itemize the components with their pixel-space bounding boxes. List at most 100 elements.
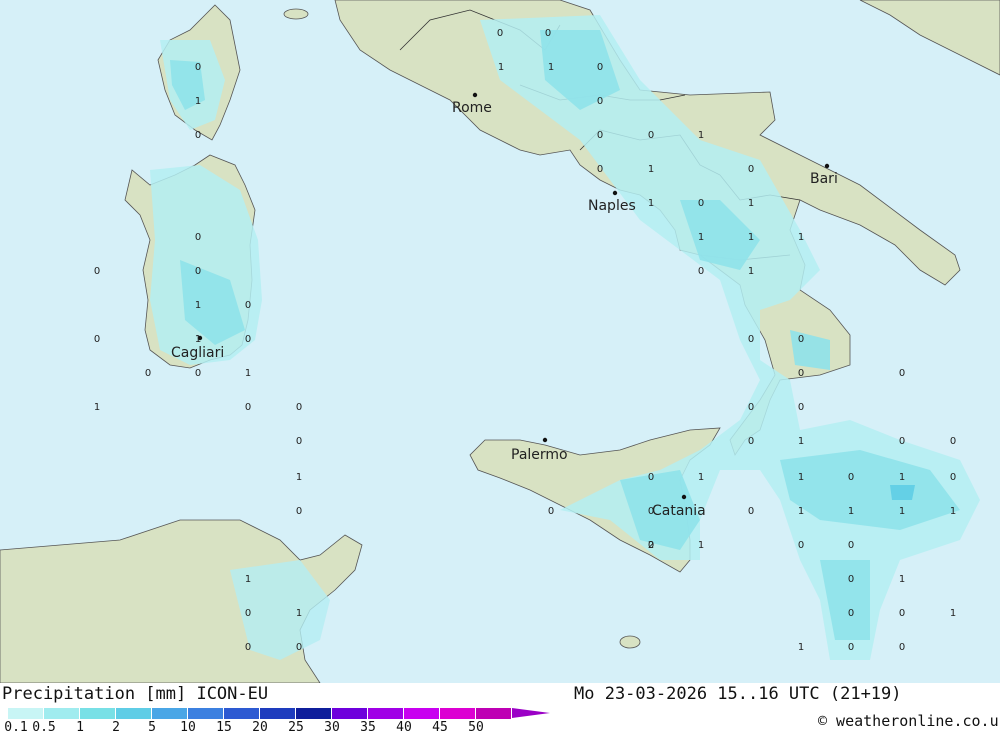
legend-swatch bbox=[440, 708, 476, 719]
precip-value-label: 1 bbox=[848, 506, 854, 517]
precip-value-label: 0 bbox=[195, 368, 201, 379]
precip-value-label: 1 bbox=[950, 506, 956, 517]
legend-swatch bbox=[368, 708, 404, 719]
precip-value-label: 0 bbox=[899, 368, 905, 379]
malta-island bbox=[619, 635, 641, 649]
precip-value-label: 0 bbox=[950, 436, 956, 447]
precip-value-label: 2 bbox=[648, 540, 654, 551]
legend-swatch bbox=[332, 708, 368, 719]
city-marker bbox=[542, 437, 548, 443]
precip-value-label: 0 bbox=[798, 402, 804, 413]
legend-swatch bbox=[8, 708, 44, 719]
precip-value-label: 0 bbox=[748, 436, 754, 447]
city-label: Rome bbox=[452, 100, 492, 116]
legend-swatch bbox=[296, 708, 332, 719]
precip-value-label: 0 bbox=[848, 642, 854, 653]
legend-colorbar bbox=[8, 708, 550, 719]
precip-value-label: 0 bbox=[195, 130, 201, 141]
city-marker bbox=[472, 92, 478, 98]
precip-value-label: 1 bbox=[798, 506, 804, 517]
precip-value-label: 0 bbox=[899, 436, 905, 447]
legend-swatch bbox=[80, 708, 116, 719]
city-label: Bari bbox=[810, 171, 838, 187]
precip-value-label: 1 bbox=[698, 540, 704, 551]
precip-area bbox=[890, 485, 915, 500]
precip-value-label: 0 bbox=[748, 402, 754, 413]
precip-value-label: 1 bbox=[498, 62, 504, 73]
precip-value-label: 1 bbox=[245, 574, 251, 585]
precip-value-label: 0 bbox=[748, 334, 754, 345]
precip-value-label: 0 bbox=[698, 198, 704, 209]
precip-value-label: 1 bbox=[950, 608, 956, 619]
precip-value-label: 1 bbox=[748, 266, 754, 277]
city-label: Naples bbox=[588, 198, 636, 214]
legend-arrow bbox=[512, 708, 550, 718]
precip-value-label: 0 bbox=[296, 436, 302, 447]
precip-value-label: 0 bbox=[195, 266, 201, 277]
precip-value-label: 1 bbox=[798, 642, 804, 653]
precip-value-label: 0 bbox=[848, 540, 854, 551]
map-canvas: Rome Naples Bari Cagliari Palermo Catania 0 0 0… bbox=[0, 0, 1000, 683]
precip-value-label: 0 bbox=[497, 28, 503, 39]
precip-value-label: 0 bbox=[798, 540, 804, 551]
precip-value-label: 0 bbox=[195, 232, 201, 243]
precip-value-label: 0 bbox=[748, 164, 754, 175]
precip-value-label: 1 bbox=[94, 402, 100, 413]
precip-value-label: 1 bbox=[899, 574, 905, 585]
city-marker bbox=[824, 163, 830, 169]
elba-island bbox=[283, 8, 309, 20]
legend-swatch bbox=[224, 708, 260, 719]
precip-value-label: 0 bbox=[748, 506, 754, 517]
precip-value-label: 1 bbox=[698, 472, 704, 483]
precip-value-label: 0 bbox=[648, 472, 654, 483]
precip-value-label: 0 bbox=[848, 608, 854, 619]
precip-value-label: 0 bbox=[94, 334, 100, 345]
precip-value-label: 1 bbox=[748, 232, 754, 243]
precip-value-label: 0 bbox=[245, 642, 251, 653]
precip-value-label: 0 bbox=[648, 506, 654, 517]
precip-value-label: 1 bbox=[296, 608, 302, 619]
legend-swatch bbox=[188, 708, 224, 719]
legend-swatch bbox=[152, 708, 188, 719]
precip-value-label: 0 bbox=[548, 506, 554, 517]
precip-value-label: 1 bbox=[245, 368, 251, 379]
precip-value-label: 1 bbox=[548, 62, 554, 73]
precip-value-label: 1 bbox=[195, 334, 201, 345]
legend-swatch bbox=[44, 708, 80, 719]
precip-value-label: 0 bbox=[597, 130, 603, 141]
precip-value-label: 1 bbox=[296, 472, 302, 483]
precip-value-label: 0 bbox=[245, 334, 251, 345]
precip-value-label: 0 bbox=[245, 300, 251, 311]
precip-value-label: 0 bbox=[296, 642, 302, 653]
precipitation-map: Rome Naples Bari Cagliari Palermo Catania 0 0 0… bbox=[0, 0, 1000, 683]
precip-value-label: 0 bbox=[848, 574, 854, 585]
forecast-datetime: Mo 23-03-2026 15..16 UTC (21+19) bbox=[574, 684, 902, 704]
legend-swatch bbox=[476, 708, 512, 719]
precip-value-label: 1 bbox=[798, 436, 804, 447]
precip-value-label: 0 bbox=[950, 472, 956, 483]
city-label: Cagliari bbox=[171, 345, 224, 361]
precip-value-label: 0 bbox=[597, 96, 603, 107]
credit-link[interactable]: © weatheronline.co.uk bbox=[818, 712, 1000, 730]
precip-value-label: 1 bbox=[698, 232, 704, 243]
precip-value-label: 0 bbox=[245, 608, 251, 619]
legend-swatch bbox=[260, 708, 296, 719]
precip-value-label: 0 bbox=[798, 334, 804, 345]
precip-value-label: 1 bbox=[798, 472, 804, 483]
product-title: Precipitation [mm] ICON-EU bbox=[2, 684, 269, 704]
precip-value-label: 1 bbox=[195, 96, 201, 107]
precip-value-label: 0 bbox=[899, 642, 905, 653]
legend-swatch bbox=[404, 708, 440, 719]
precip-value-label: 0 bbox=[94, 266, 100, 277]
precip-value-label: 1 bbox=[195, 300, 201, 311]
balkans-landmass bbox=[859, 0, 1000, 76]
precip-value-label: 0 bbox=[597, 62, 603, 73]
precip-value-label: 1 bbox=[648, 198, 654, 209]
precip-value-label: 1 bbox=[748, 198, 754, 209]
precip-value-label: 0 bbox=[145, 368, 151, 379]
city-marker bbox=[612, 190, 618, 196]
precip-value-label: 0 bbox=[195, 62, 201, 73]
city-marker bbox=[681, 494, 687, 500]
precip-value-label: 0 bbox=[296, 402, 302, 413]
precip-value-label: 0 bbox=[296, 506, 302, 517]
